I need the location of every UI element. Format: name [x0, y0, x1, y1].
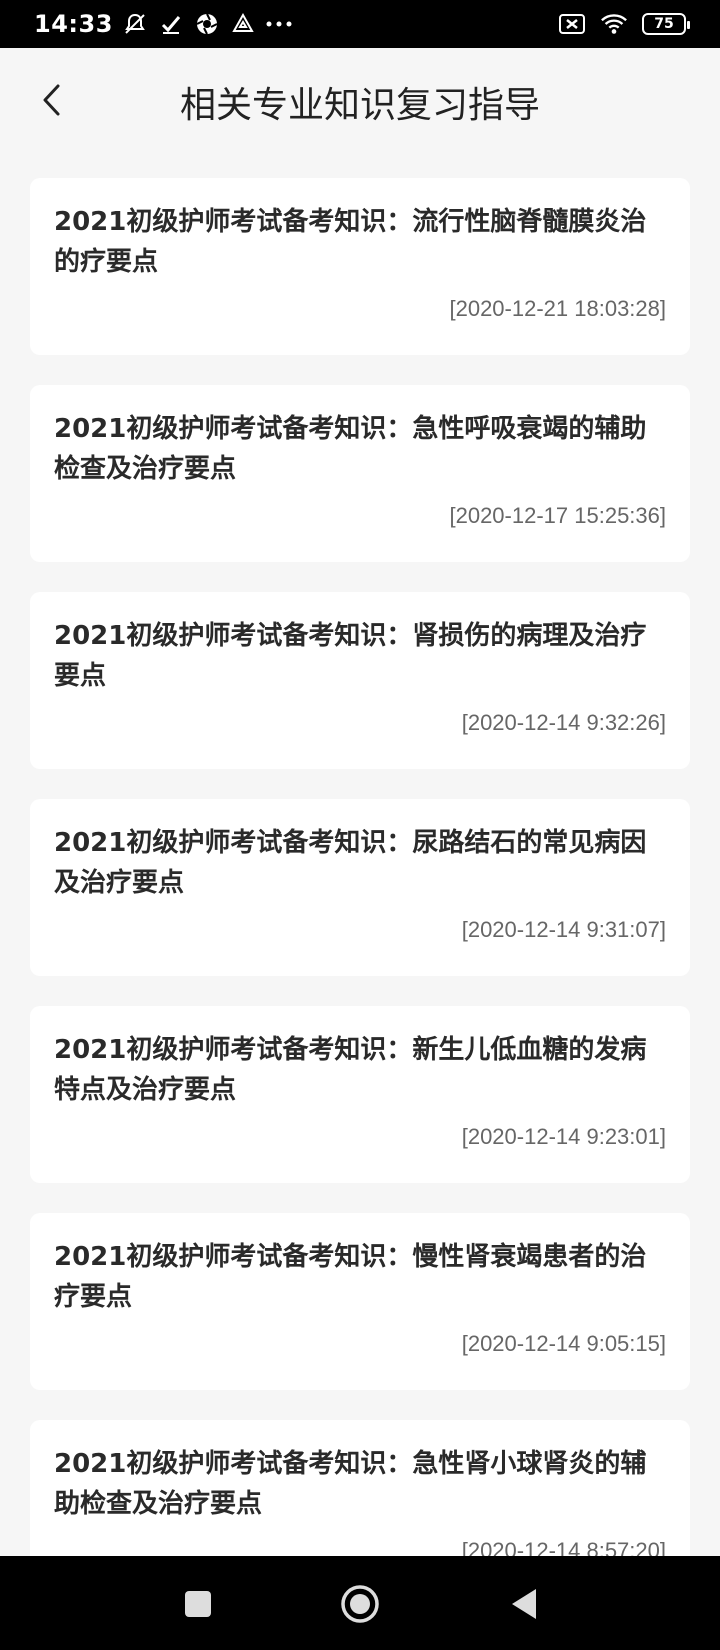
back-nav-button[interactable] [504, 1584, 544, 1624]
article-date: [2020-12-14 9:32:26] [461, 710, 666, 735]
battery-level: 75 [654, 16, 674, 32]
article-date: [2020-12-14 9:05:15] [461, 1331, 666, 1356]
home-button[interactable] [340, 1584, 380, 1624]
article-date: [2020-12-14 8:57:20] [461, 1538, 666, 1556]
article-title: 2021初级护师考试备考知识：尿路结石的常见病因及治疗要点 [54, 828, 647, 898]
article-title: 2021初级护师考试备考知识：急性肾小球肾炎的辅助检查及治疗要点 [54, 1449, 647, 1519]
page-title: 相关专业知识复习指导 [179, 85, 540, 126]
triangle-back-icon [512, 1589, 536, 1619]
article-card[interactable]: 2021初级护师考试备考知识：新生儿低血糖的发病特点及治疗要点 [2020-12-… [30, 1006, 690, 1183]
article-date: [2020-12-17 15:25:36] [449, 503, 666, 528]
app-header: 相关专业知识复习指导 [0, 48, 720, 152]
article-title: 2021初级护师考试备考知识：肾损伤的病理及治疗要点 [54, 621, 647, 691]
aperture-icon [193, 10, 221, 38]
square-icon [185, 1591, 211, 1617]
article-list[interactable]: 2021初级护师考试备考知识：流行性脑脊髓膜炎治的疗要点 [2020-12-21 … [30, 178, 690, 1556]
status-right: 75 [558, 10, 690, 38]
article-date: [2020-12-14 9:23:01] [461, 1124, 666, 1149]
article-date: [2020-12-21 18:03:28] [449, 296, 666, 321]
article-title: 2021初级护师考试备考知识：流行性脑脊髓膜炎治的疗要点 [54, 207, 647, 277]
battery-icon: 75 [642, 13, 690, 35]
system-nav-bar [0, 1556, 720, 1650]
article-card[interactable]: 2021初级护师考试备考知识：慢性肾衰竭患者的治疗要点 [2020-12-14 9… [30, 1213, 690, 1390]
article-title: 2021初级护师考试备考知识：急性呼吸衰竭的辅助检查及治疗要点 [54, 414, 647, 484]
article-card[interactable]: 2021初级护师考试备考知识：急性呼吸衰竭的辅助检查及治疗要点 [2020-12-… [30, 385, 690, 562]
home-circle-icon [341, 1585, 379, 1623]
recents-button[interactable] [178, 1584, 218, 1624]
more-dots-icon [265, 10, 293, 38]
article-card[interactable]: 2021初级护师考试备考知识：流行性脑脊髓膜炎治的疗要点 [2020-12-21 … [30, 178, 690, 355]
article-title: 2021初级护师考试备考知识：新生儿低血糖的发病特点及治疗要点 [54, 1035, 647, 1105]
article-date: [2020-12-14 9:31:07] [461, 917, 666, 942]
wifi-icon [600, 10, 628, 38]
article-card[interactable]: 2021初级护师考试备考知识：肾损伤的病理及治疗要点 [2020-12-14 9:… [30, 592, 690, 769]
article-card[interactable]: 2021初级护师考试备考知识：急性肾小球肾炎的辅助检查及治疗要点 [2020-12… [30, 1420, 690, 1556]
drive-icon [229, 10, 257, 38]
status-time: 14:33 [34, 10, 113, 38]
muted-notification-icon [121, 10, 149, 38]
status-left: 14:33 [34, 10, 293, 38]
sim-off-icon [558, 10, 586, 38]
check-icon [157, 10, 185, 38]
status-bar: 14:33 75 [0, 0, 720, 48]
article-title: 2021初级护师考试备考知识：慢性肾衰竭患者的治疗要点 [54, 1242, 647, 1312]
article-card[interactable]: 2021初级护师考试备考知识：尿路结石的常见病因及治疗要点 [2020-12-14… [30, 799, 690, 976]
